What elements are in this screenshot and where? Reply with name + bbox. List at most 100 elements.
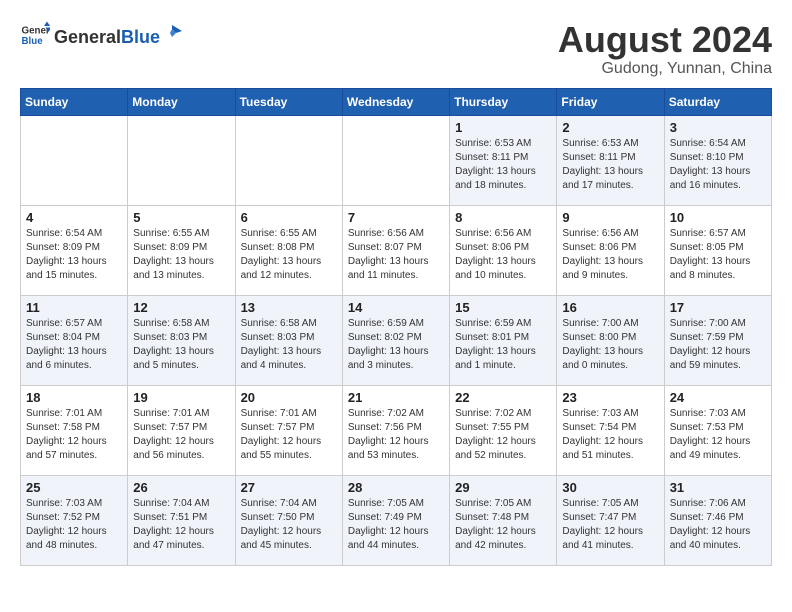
day-number: 18 <box>26 390 122 405</box>
calendar-cell: 19 Sunrise: 7:01 AM Sunset: 7:57 PM Dayli… <box>128 385 235 475</box>
day-number: 31 <box>670 480 766 495</box>
logo-icon: General Blue <box>20 20 50 50</box>
calendar-cell: 6 Sunrise: 6:55 AM Sunset: 8:08 PM Daylig… <box>235 205 342 295</box>
logo-wing-icon <box>162 23 182 43</box>
day-info: Sunrise: 7:05 AM Sunset: 7:47 PM Dayligh… <box>562 497 658 553</box>
subtitle: Gudong, Yunnan, China <box>558 60 772 78</box>
calendar-cell: 5 Sunrise: 6:55 AM Sunset: 8:09 PM Daylig… <box>128 205 235 295</box>
day-number: 5 <box>133 210 229 225</box>
day-number: 16 <box>562 300 658 315</box>
calendar-cell: 24 Sunrise: 7:03 AM Sunset: 7:53 PM Dayli… <box>664 385 771 475</box>
calendar-cell: 23Sunrise: 7:03 AM Sunset: 7:54 PM Dayli… <box>557 385 664 475</box>
day-info: Sunrise: 7:03 AM Sunset: 7:53 PM Dayligh… <box>670 407 766 463</box>
logo: General Blue General Blue <box>20 20 182 50</box>
calendar-cell: 27Sunrise: 7:04 AM Sunset: 7:50 PM Dayli… <box>235 475 342 565</box>
calendar-cell: 14 Sunrise: 6:59 AM Sunset: 8:02 PM Dayli… <box>342 295 449 385</box>
calendar-cell: 16 Sunrise: 7:00 AM Sunset: 8:00 PM Dayli… <box>557 295 664 385</box>
day-header-saturday: Saturday <box>664 88 771 115</box>
day-info: Sunrise: 6:56 AM Sunset: 8:06 PM Dayligh… <box>455 227 551 283</box>
day-info: Sunrise: 7:01 AM Sunset: 7:57 PM Dayligh… <box>241 407 337 463</box>
day-info: Sunrise: 6:57 AM Sunset: 8:05 PM Dayligh… <box>670 227 766 283</box>
calendar-header-row: SundayMondayTuesdayWednesdayThursdayFrid… <box>21 88 772 115</box>
day-number: 28 <box>348 480 444 495</box>
day-number: 2 <box>562 120 658 135</box>
day-number: 27 <box>241 480 337 495</box>
day-header-friday: Friday <box>557 88 664 115</box>
calendar-cell: 9Sunrise: 6:56 AM Sunset: 8:06 PM Daylig… <box>557 205 664 295</box>
logo-general-text: General <box>54 27 121 48</box>
day-number: 25 <box>26 480 122 495</box>
calendar-cell: 21 Sunrise: 7:02 AM Sunset: 7:56 PM Dayli… <box>342 385 449 475</box>
day-number: 20 <box>241 390 337 405</box>
svg-text:Blue: Blue <box>22 36 44 47</box>
day-info: Sunrise: 7:03 AM Sunset: 7:52 PM Dayligh… <box>26 497 122 553</box>
day-info: Sunrise: 6:55 AM Sunset: 8:08 PM Dayligh… <box>241 227 337 283</box>
day-number: 6 <box>241 210 337 225</box>
calendar-cell <box>342 115 449 205</box>
title-area: August 2024 Gudong, Yunnan, China <box>558 20 772 78</box>
day-number: 4 <box>26 210 122 225</box>
day-info: Sunrise: 6:59 AM Sunset: 8:02 PM Dayligh… <box>348 317 444 373</box>
day-number: 10 <box>670 210 766 225</box>
calendar-week-row: 11 Sunrise: 6:57 AM Sunset: 8:04 PM Dayli… <box>21 295 772 385</box>
calendar-cell: 20 Sunrise: 7:01 AM Sunset: 7:57 PM Dayli… <box>235 385 342 475</box>
day-info: Sunrise: 7:01 AM Sunset: 7:58 PM Dayligh… <box>26 407 122 463</box>
day-number: 3 <box>670 120 766 135</box>
calendar-cell <box>235 115 342 205</box>
day-number: 29 <box>455 480 551 495</box>
day-number: 14 <box>348 300 444 315</box>
day-number: 15 <box>455 300 551 315</box>
day-header-wednesday: Wednesday <box>342 88 449 115</box>
day-number: 22 <box>455 390 551 405</box>
page-header: General Blue General Blue August 2024 Gu… <box>20 20 772 78</box>
calendar-week-row: 18 Sunrise: 7:01 AM Sunset: 7:58 PM Dayli… <box>21 385 772 475</box>
day-info: Sunrise: 7:02 AM Sunset: 7:56 PM Dayligh… <box>348 407 444 463</box>
day-number: 11 <box>26 300 122 315</box>
day-number: 1 <box>455 120 551 135</box>
calendar-cell: 25 Sunrise: 7:03 AM Sunset: 7:52 PM Dayli… <box>21 475 128 565</box>
day-info: Sunrise: 6:59 AM Sunset: 8:01 PM Dayligh… <box>455 317 551 373</box>
day-header-tuesday: Tuesday <box>235 88 342 115</box>
calendar-cell: 13Sunrise: 6:58 AM Sunset: 8:03 PM Dayli… <box>235 295 342 385</box>
calendar-cell: 29 Sunrise: 7:05 AM Sunset: 7:48 PM Dayli… <box>450 475 557 565</box>
calendar-cell: 11 Sunrise: 6:57 AM Sunset: 8:04 PM Dayli… <box>21 295 128 385</box>
day-info: Sunrise: 7:03 AM Sunset: 7:54 PM Dayligh… <box>562 407 658 463</box>
day-number: 8 <box>455 210 551 225</box>
day-info: Sunrise: 7:06 AM Sunset: 7:46 PM Dayligh… <box>670 497 766 553</box>
day-info: Sunrise: 7:00 AM Sunset: 8:00 PM Dayligh… <box>562 317 658 373</box>
day-number: 19 <box>133 390 229 405</box>
svg-text:General: General <box>22 26 51 37</box>
calendar-cell: 12Sunrise: 6:58 AM Sunset: 8:03 PM Dayli… <box>128 295 235 385</box>
calendar-cell: 18 Sunrise: 7:01 AM Sunset: 7:58 PM Dayli… <box>21 385 128 475</box>
main-title: August 2024 <box>558 20 772 60</box>
day-info: Sunrise: 6:56 AM Sunset: 8:06 PM Dayligh… <box>562 227 658 283</box>
day-info: Sunrise: 7:04 AM Sunset: 7:51 PM Dayligh… <box>133 497 229 553</box>
day-info: Sunrise: 7:05 AM Sunset: 7:49 PM Dayligh… <box>348 497 444 553</box>
calendar-cell <box>21 115 128 205</box>
day-info: Sunrise: 6:57 AM Sunset: 8:04 PM Dayligh… <box>26 317 122 373</box>
calendar-cell: 1 Sunrise: 6:53 AM Sunset: 8:11 PM Daylig… <box>450 115 557 205</box>
day-info: Sunrise: 6:55 AM Sunset: 8:09 PM Dayligh… <box>133 227 229 283</box>
calendar-cell: 28 Sunrise: 7:05 AM Sunset: 7:49 PM Dayli… <box>342 475 449 565</box>
calendar-cell: 15 Sunrise: 6:59 AM Sunset: 8:01 PM Dayli… <box>450 295 557 385</box>
calendar-week-row: 4 Sunrise: 6:54 AM Sunset: 8:09 PM Daylig… <box>21 205 772 295</box>
day-info: Sunrise: 6:53 AM Sunset: 8:11 PM Dayligh… <box>455 137 551 193</box>
day-number: 17 <box>670 300 766 315</box>
calendar-cell: 2Sunrise: 6:53 AM Sunset: 8:11 PM Daylig… <box>557 115 664 205</box>
day-info: Sunrise: 7:01 AM Sunset: 7:57 PM Dayligh… <box>133 407 229 463</box>
day-number: 24 <box>670 390 766 405</box>
calendar-cell: 30Sunrise: 7:05 AM Sunset: 7:47 PM Dayli… <box>557 475 664 565</box>
day-info: Sunrise: 7:00 AM Sunset: 7:59 PM Dayligh… <box>670 317 766 373</box>
calendar-cell: 26 Sunrise: 7:04 AM Sunset: 7:51 PM Dayli… <box>128 475 235 565</box>
day-header-monday: Monday <box>128 88 235 115</box>
day-number: 13 <box>241 300 337 315</box>
day-number: 21 <box>348 390 444 405</box>
calendar-cell: 8 Sunrise: 6:56 AM Sunset: 8:06 PM Daylig… <box>450 205 557 295</box>
day-header-thursday: Thursday <box>450 88 557 115</box>
day-info: Sunrise: 6:54 AM Sunset: 8:09 PM Dayligh… <box>26 227 122 283</box>
day-number: 7 <box>348 210 444 225</box>
day-info: Sunrise: 7:05 AM Sunset: 7:48 PM Dayligh… <box>455 497 551 553</box>
day-number: 26 <box>133 480 229 495</box>
calendar-cell: 7Sunrise: 6:56 AM Sunset: 8:07 PM Daylig… <box>342 205 449 295</box>
day-info: Sunrise: 6:58 AM Sunset: 8:03 PM Dayligh… <box>133 317 229 373</box>
